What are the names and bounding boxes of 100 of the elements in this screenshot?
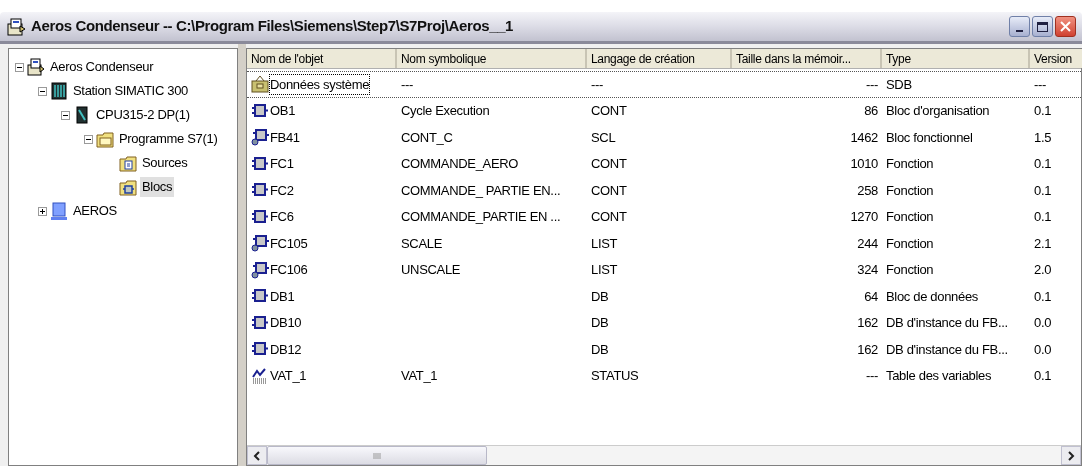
block-icon [251,313,269,332]
table-cell-text: Fonction [886,234,934,253]
minus-icon [86,136,91,142]
table-cell-text: CONT [591,208,627,226]
table-cell-text: COMMANDE_AERO [401,155,519,173]
window-title: Aeros Condenseur -- C:\Program Files\Siemens\Step7\S7Proj\Aeros__1 [31,16,515,37]
table-cell-text: 1270 [850,208,878,226]
tree-item[interactable]: Blocs [140,177,175,197]
close-icon [1060,21,1071,32]
object-name[interactable]: FC6 [270,207,294,227]
table-cell-text: --- [1034,75,1046,94]
minus-icon [63,112,68,118]
object-name[interactable]: VAT_1 [270,366,307,386]
table-cell-text: Bloc d'organisation [886,102,990,120]
table-cell-text: Fonction [886,181,934,200]
folder-icon [96,130,114,148]
rack-icon [50,82,68,100]
table-cell-text: 244 [857,234,878,253]
close-button[interactable] [1055,16,1076,37]
table-cell-text: 1462 [850,128,878,147]
tree-item[interactable]: AEROS [71,201,119,221]
minimize-button[interactable] [1009,16,1030,37]
table-cell-text: 0.1 [1034,208,1052,226]
table-cell-text: 162 [857,340,878,359]
object-name[interactable]: FC1 [270,154,294,174]
table-cell-text: CONT [591,102,627,120]
monitor-icon [50,202,68,220]
table-cell-text: DB d'instance du FB... [886,314,1008,332]
table-cell-text: VAT_1 [401,367,438,385]
table-cell-text: 0.0 [1034,314,1052,332]
table-cell-text: SDB [886,75,912,94]
package-icon [251,75,269,94]
folder-icon [119,178,137,196]
table-cell-text: --- [591,75,603,94]
expand-toggle[interactable] [38,206,47,216]
table-cell-text: 1.5 [1034,128,1052,147]
table-cell-text: LIST [591,261,618,279]
block-icon [251,128,269,147]
project-icon [27,58,45,76]
scroll-left-button[interactable] [247,446,267,465]
table-cell-text: DB [591,314,609,332]
collapse-toggle[interactable] [84,134,93,144]
table-cell-text: 0.1 [1034,181,1052,200]
table-cell-text: 86 [864,102,878,120]
plus-icon [40,208,45,214]
object-name[interactable]: FC105 [270,233,308,253]
tree-item[interactable]: Programme S7(1) [117,129,220,149]
table-cell-text: COMMANDE_PARTIE EN ... [401,208,561,226]
maximize-button[interactable] [1032,16,1053,37]
tree-item[interactable]: Station SIMATIC 300 [71,81,190,101]
table-cell-text: 1010 [850,155,878,173]
tree-item[interactable]: Sources [140,153,190,173]
collapse-toggle[interactable] [38,86,47,96]
block-icon [251,207,269,226]
table-cell-text: UNSCALE [401,261,461,279]
collapse-toggle[interactable] [15,62,24,72]
table-cell-text: SCALE [401,234,442,253]
table-cell-text: --- [401,75,413,94]
table-cell-text: LIST [591,234,618,253]
scroll-thumb[interactable] [267,446,487,465]
table-cell-text: 0.1 [1034,102,1052,120]
table-cell-text: DB d'instance du FB... [886,340,1008,359]
table-cell-text: 162 [857,314,878,332]
object-name[interactable]: Données système [270,74,370,94]
table-cell-text: Fonction [886,155,934,173]
collapse-toggle[interactable] [61,110,70,120]
table-cell-text: Fonction [886,208,934,226]
scroll-right-button[interactable] [1061,446,1081,465]
table-cell-text: 258 [857,181,878,200]
table-cell-text: 2.0 [1034,261,1052,279]
table-cell-text: --- [866,75,878,94]
table-cell-text: SCL [591,128,616,147]
table-cell-text: CONT [591,181,627,200]
object-name[interactable]: DB12 [270,339,302,359]
object-name[interactable]: DB10 [270,313,302,333]
horizontal-scrollbar[interactable] [247,445,1081,465]
tree-item[interactable]: Aeros Condenseur [48,57,156,77]
variable-table-icon [251,366,269,385]
object-name[interactable]: DB1 [270,286,295,306]
table-cell-text: Bloc de données [886,287,978,306]
minus-icon [17,64,22,70]
object-name[interactable]: FC106 [270,260,308,280]
object-name[interactable]: FC2 [270,180,294,200]
folder-icon [119,154,137,172]
block-icon [251,154,269,173]
table-cell-text: COMMANDE_ PARTIE EN... [401,181,561,200]
tree-item[interactable]: CPU315-2 DP(1) [94,105,192,125]
object-name[interactable]: OB1 [270,101,296,121]
object-name[interactable]: FB41 [270,127,300,147]
block-icon [251,234,269,253]
table-cell-text: Cycle Execution [401,102,490,120]
table-cell-text: Fonction [886,261,934,279]
table-cell-text: 0.1 [1034,287,1052,306]
grip-icon [373,451,381,460]
block-icon [251,101,269,120]
table-cell-text: 0.1 [1034,367,1052,385]
table-cell-text: Bloc fonctionnel [886,128,973,147]
module-icon [73,106,91,124]
table-cell-text: Table des variables [886,367,992,385]
table-cell-text: 64 [864,287,878,306]
